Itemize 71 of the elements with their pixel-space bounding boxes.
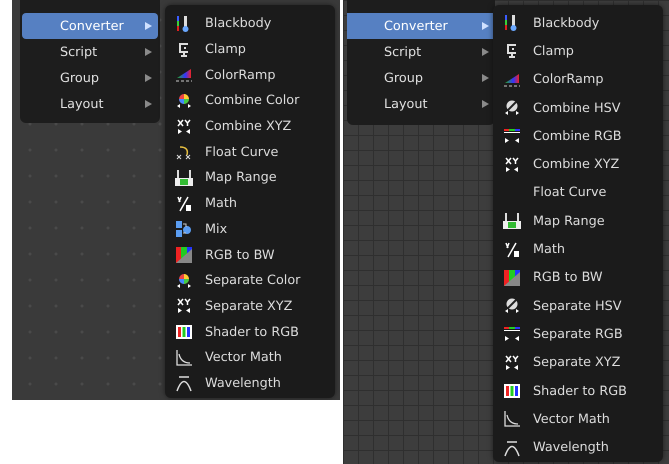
striped-square-icon	[503, 382, 521, 400]
mix-squares-icon	[175, 220, 193, 238]
submenu-item[interactable]: Combine XYZ	[165, 114, 335, 140]
stripe-arrows-icon	[503, 127, 521, 146]
submenu-item[interactable]: Clamp	[165, 36, 335, 62]
menu-item[interactable]: Layout	[22, 91, 158, 117]
submenu-item[interactable]: Blackbody	[493, 9, 663, 38]
menu-item[interactable]: Converter	[347, 13, 495, 39]
diagonal-split-icon	[175, 246, 193, 264]
color-wheel-icon	[175, 272, 193, 290]
submenu-item[interactable]: RGB to BW	[165, 242, 335, 268]
wave-icon	[175, 374, 193, 392]
submenu-item[interactable]: Combine XYZ	[493, 150, 663, 179]
graph-axes-icon	[175, 348, 193, 367]
submenu-item[interactable]: Float Curve	[165, 139, 335, 166]
menu-item[interactable]: Group	[347, 65, 495, 91]
graph-axes-icon	[503, 410, 521, 428]
striped-square-icon	[175, 323, 193, 342]
submenu-item[interactable]: Separate RGB	[493, 320, 663, 349]
sphere-icon	[503, 99, 521, 118]
submenu-item[interactable]: Separate HSV	[493, 292, 663, 320]
submenu-item[interactable]: Wavelength	[165, 370, 335, 396]
submenu-arrow-icon	[145, 22, 152, 30]
fraction-icon	[503, 240, 521, 259]
submenu-item[interactable]: Clamp	[493, 37, 663, 66]
submenu-arrow-icon	[482, 48, 489, 56]
stripe-arrows-icon	[503, 325, 521, 344]
combine-arrows-icon	[175, 118, 193, 136]
fraction-icon	[175, 194, 193, 213]
menu-item[interactable]: Layout	[347, 91, 495, 117]
submenu-item[interactable]: Shader to RGB	[493, 376, 663, 406]
range-slider-icon	[503, 212, 521, 230]
wave-icon	[503, 438, 521, 457]
submenu-arrow-icon	[145, 74, 152, 82]
submenu-item[interactable]: Math	[493, 235, 663, 264]
diagonal-split-icon	[503, 268, 521, 287]
split-arrows-icon	[503, 354, 521, 372]
submenu-item[interactable]: Map Range	[493, 207, 663, 236]
submenu-item[interactable]: Combine Color	[165, 88, 335, 114]
submenu-item[interactable]: Separate XYZ	[165, 294, 335, 320]
menu-item[interactable]: Script	[22, 39, 158, 65]
submenu-item[interactable]: Separate Color	[165, 268, 335, 294]
submenu-item[interactable]: Separate XYZ	[493, 348, 663, 377]
submenu-item[interactable]: Vector Math	[493, 405, 663, 434]
menu-item[interactable]: Group	[22, 65, 158, 91]
submenu-arrow-icon	[145, 100, 152, 108]
submenu-item[interactable]: ColorRamp	[165, 62, 335, 88]
range-slider-icon	[175, 168, 193, 187]
submenu-item[interactable]: ColorRamp	[493, 66, 663, 94]
submenu-arrow-icon	[482, 74, 489, 82]
submenu-item[interactable]: Combine RGB	[493, 122, 663, 150]
submenu-item[interactable]: Wavelength	[493, 433, 663, 462]
submenu-arrow-icon	[482, 22, 489, 30]
menu-item[interactable]: Converter	[22, 13, 158, 39]
submenu-item[interactable]: RGB to BW	[493, 264, 663, 292]
submenu-item[interactable]: Math	[165, 190, 335, 216]
combine-arrows-icon	[503, 156, 521, 174]
gradient-ramp-icon	[175, 66, 193, 84]
submenu-item[interactable]: Blackbody	[165, 11, 335, 37]
sphere-icon	[503, 297, 521, 316]
split-arrows-icon	[175, 297, 193, 316]
submenu-item[interactable]: Vector Math	[165, 344, 335, 371]
submenu-arrow-icon	[482, 100, 489, 108]
menu-item[interactable]: Script	[347, 39, 495, 65]
submenu-item[interactable]: Shader to RGB	[165, 319, 335, 345]
color-wheel-icon	[175, 92, 193, 110]
submenu-item[interactable]: Mix	[165, 216, 335, 242]
submenu-item[interactable]: Combine HSV	[493, 94, 663, 122]
submenu-item[interactable]: Map Range	[165, 165, 335, 191]
submenu-arrow-icon	[145, 48, 152, 56]
submenu-item[interactable]: Float Curve	[493, 178, 663, 208]
